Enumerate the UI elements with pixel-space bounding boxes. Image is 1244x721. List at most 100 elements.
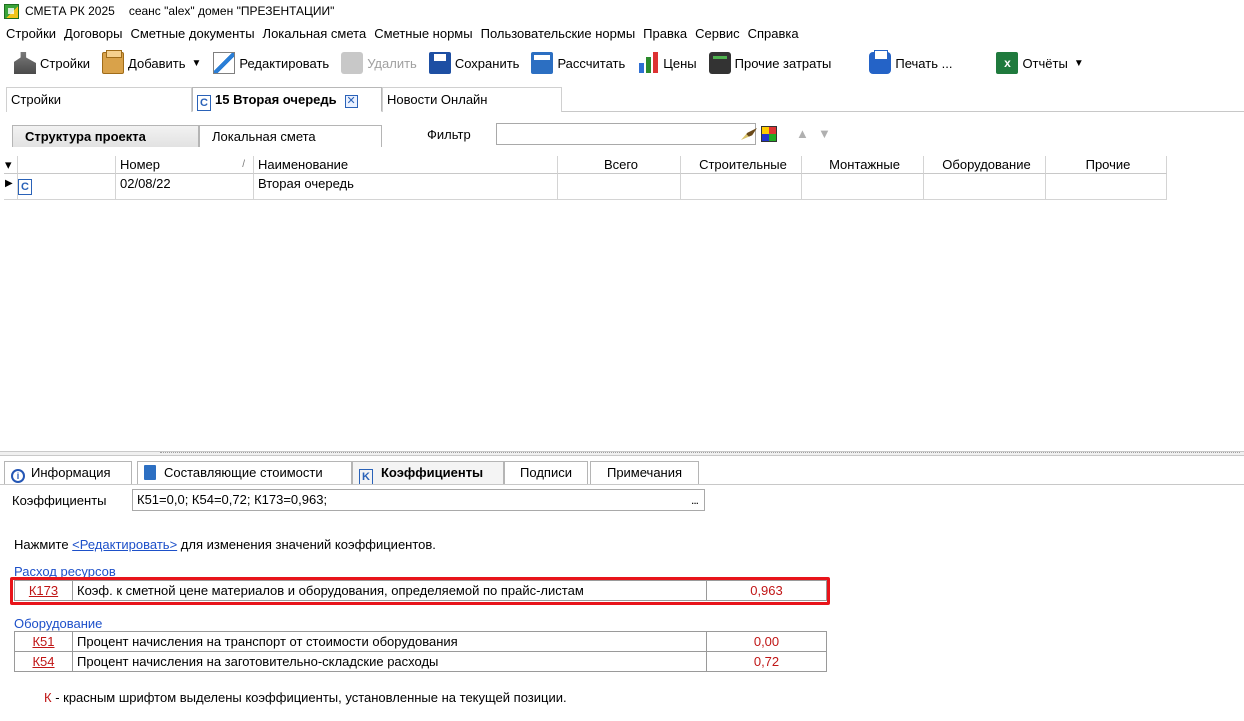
calculate-button[interactable]: Рассчитать (531, 49, 625, 77)
info-icon: i (11, 469, 25, 483)
hint-before: Нажмите (14, 537, 73, 552)
arrow-up-icon[interactable]: ▲ (796, 126, 809, 141)
section-title-oborudovanie: Оборудование (14, 616, 103, 631)
coef-description: Процент начисления на транспорт от стоим… (72, 631, 707, 652)
tab-informatsiya[interactable]: i Информация (4, 461, 132, 485)
cell-prochie (1046, 174, 1167, 200)
edit-link[interactable]: <Редактировать> (72, 537, 177, 552)
row-indicator-icon: ▶ (4, 174, 18, 200)
smeta-c-icon: C (18, 179, 32, 195)
col-montazhnye[interactable]: Монтажные (802, 156, 924, 174)
col-naimenovanie-label: Наименование (258, 157, 349, 172)
close-icon[interactable]: ✕ (344, 95, 358, 108)
prices-button[interactable]: Цены (637, 49, 697, 77)
legend-note: К - красным шрифтом выделены коэффициент… (44, 690, 567, 705)
cell-stroitelnye (681, 174, 802, 200)
menu-dogovory[interactable]: Договоры (64, 26, 122, 41)
tab-podpisi[interactable]: Подписи (504, 461, 588, 485)
menu-stroiki[interactable]: Стройки (6, 26, 56, 41)
col-stroitelnye-label: Строительные (699, 157, 787, 172)
save-button[interactable]: Сохранить (428, 49, 520, 77)
col-vsego[interactable]: Всего (558, 156, 681, 174)
table-row[interactable]: К54 Процент начисления на заготовительно… (14, 651, 827, 672)
stroiki-button[interactable]: Стройки (14, 49, 90, 77)
col-oborudovanie-label: Оборудование (942, 157, 1031, 172)
col-vsego-label: Всего (603, 157, 639, 172)
tab-struktura-proekta[interactable]: Структура проекта (12, 125, 199, 147)
menu-pravka[interactable]: Правка (643, 26, 687, 41)
legend-text: - красным шрифтом выделены коэффициенты,… (51, 690, 567, 705)
coef-code-link[interactable]: К173 (14, 580, 73, 601)
table-row[interactable]: К173 Коэф. к сметной цене материалов и о… (14, 580, 827, 601)
tab-sostavlyayushchie[interactable]: Составляющие стоимости (137, 461, 352, 485)
chevron-down-icon[interactable]: ▼ (191, 58, 201, 69)
menu-spravka[interactable]: Справка (748, 26, 799, 41)
edit-button[interactable]: Редактировать (213, 49, 329, 77)
toolbar: Стройки Добавить ▼ Редактировать Удалить… (0, 46, 1244, 80)
arrow-down-icon[interactable]: ▼ (818, 126, 831, 141)
print-button[interactable]: Печать ... (869, 49, 952, 77)
edit-hint: Нажмите <Редактировать> для изменения зн… (14, 537, 436, 552)
chevron-down-icon[interactable]: ▼ (1074, 58, 1084, 69)
delete-label: Удалить (367, 55, 417, 71)
coef-value: 0,00 (706, 631, 827, 652)
color-palette-icon[interactable] (761, 126, 777, 142)
coefficient-k-icon: K (359, 469, 373, 485)
coef-code-link[interactable]: К54 (14, 651, 73, 672)
more-button[interactable]: ... (691, 490, 699, 510)
panel-splitter[interactable] (0, 451, 1244, 456)
tab-primechaniya[interactable]: Примечания (590, 461, 699, 485)
col-montazhnye-label: Монтажные (829, 157, 900, 172)
tab-vtoraya-ochered[interactable]: C 15 Вторая очередь ✕ (192, 87, 382, 112)
col-nomer-label: Номер (120, 157, 161, 172)
calculator-icon (144, 465, 156, 480)
delete-button[interactable]: Удалить (341, 49, 417, 77)
cell-oborudovanie (924, 174, 1046, 200)
col-oborudovanie[interactable]: Оборудование (924, 156, 1046, 174)
session-info: сеанс "alex" домен "ПРЕЗЕНТАЦИИ" (128, 4, 335, 18)
coef-table-raskhod: К173 Коэф. к сметной цене материалов и о… (14, 580, 827, 601)
menu-polzovatelskie-normy[interactable]: Пользовательские нормы (481, 26, 636, 41)
coef-description: Коэф. к сметной цене материалов и оборуд… (72, 580, 707, 601)
coef-description: Процент начисления на заготовительно-скл… (72, 651, 707, 672)
tab-stroiki[interactable]: Стройки (6, 87, 192, 112)
title-bar: СМЕТА РК 2025 сеанс "alex" домен "ПРЕЗЕН… (0, 0, 1244, 22)
grid-header: ▾ Номер / Наименование Всего Строительные… (4, 156, 1167, 174)
col-prochie[interactable]: Прочие (1046, 156, 1167, 174)
hint-after: для изменения значений коэффициентов. (177, 537, 436, 552)
col-prochie-label: Прочие (1085, 157, 1131, 172)
save-label: Сохранить (454, 55, 520, 71)
coef-table-oborudovanie: К51 Процент начисления на транспорт от с… (14, 631, 827, 672)
tab-stroiki-label: Стройки (11, 92, 62, 107)
coef-value: 0,72 (706, 651, 827, 672)
filter-input[interactable] (496, 123, 756, 145)
tab-novosti[interactable]: Новости Онлайн (382, 87, 562, 112)
menu-lokalnaya-smeta[interactable]: Локальная смета (263, 26, 367, 41)
coefficients-field[interactable]: К51=0,0; К54=0,72; К173=0,963; ... (132, 489, 705, 511)
menu-smetnye-normy[interactable]: Сметные нормы (374, 26, 472, 41)
add-button[interactable]: Добавить ▼ (102, 49, 201, 77)
calculate-label: Рассчитать (557, 55, 626, 71)
tab-koeffitsienty[interactable]: K Коэффициенты (352, 461, 504, 485)
trash-icon (341, 52, 364, 74)
tab-primechaniya-label: Примечания (606, 465, 683, 480)
col-stroitelnye[interactable]: Строительные (681, 156, 802, 174)
other-costs-button[interactable]: Прочие затраты (708, 49, 831, 77)
tab-struktura-label: Структура проекта (25, 129, 146, 144)
col-naimenovanie[interactable]: Наименование (254, 156, 558, 174)
coefficients-label: Коэффициенты (12, 493, 107, 508)
prices-label: Цены (663, 55, 697, 71)
menu-servis[interactable]: Сервис (695, 26, 740, 41)
app-title: СМЕТА РК 2025 (25, 4, 115, 18)
reports-button[interactable]: x Отчёты ▼ (996, 49, 1084, 77)
grid-menu-icon[interactable]: ▾ (4, 156, 18, 174)
tab-lokalnaya-smeta[interactable]: Локальная смета (199, 125, 382, 147)
table-row[interactable]: К51 Процент начисления на транспорт от с… (14, 631, 827, 652)
row-type-cell: C (18, 174, 116, 200)
coef-code-link[interactable]: К51 (14, 631, 73, 652)
edit-label: Редактировать (239, 55, 330, 71)
menu-smetnye-dokumenty[interactable]: Сметные документы (130, 26, 254, 41)
print-label: Печать ... (895, 55, 953, 71)
col-nomer[interactable]: Номер / (116, 156, 254, 174)
table-row[interactable]: ▶ C 02/08/22 Вторая очередь (4, 174, 1167, 200)
